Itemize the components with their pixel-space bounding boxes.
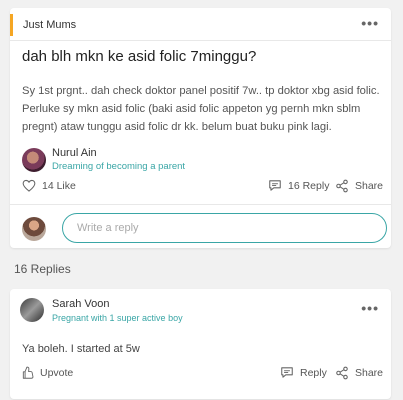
comment-icon bbox=[281, 367, 293, 378]
replies-heading: 16 Replies bbox=[14, 262, 71, 276]
like-button[interactable]: 14 Like bbox=[22, 179, 76, 192]
heart-icon bbox=[22, 179, 36, 192]
author-name[interactable]: Nurul Ain bbox=[52, 147, 97, 159]
avatar[interactable] bbox=[22, 148, 46, 172]
post-body: Sy 1st prgnt.. dah check doktor panel po… bbox=[22, 85, 380, 133]
more-options-icon[interactable]: ••• bbox=[361, 301, 379, 315]
comment-icon bbox=[269, 180, 281, 191]
like-count: 14 Like bbox=[42, 179, 76, 192]
share-icon bbox=[336, 366, 348, 380]
more-options-icon[interactable]: ••• bbox=[361, 16, 379, 30]
share-button[interactable]: Share bbox=[335, 366, 383, 380]
share-icon bbox=[336, 179, 348, 193]
reply-count: 16 Reply bbox=[288, 179, 330, 192]
reply-card: Sarah Voon Pregnant with 1 super active … bbox=[10, 289, 391, 399]
divider bbox=[10, 204, 391, 205]
avatar[interactable] bbox=[20, 298, 44, 322]
current-user-avatar bbox=[22, 217, 46, 241]
share-label: Share bbox=[355, 180, 384, 192]
reply-author-name[interactable]: Sarah Voon bbox=[52, 298, 110, 310]
share-label: Share bbox=[355, 367, 384, 379]
reply-author-status: Pregnant with 1 super active boy bbox=[52, 313, 183, 323]
reply-label: Reply bbox=[300, 366, 327, 379]
post-card: Just Mums ••• dah blh mkn ke asid folic … bbox=[10, 8, 391, 248]
reply-count-button[interactable]: 16 Reply bbox=[268, 179, 329, 192]
reply-body: Ya boleh. I started at 5w bbox=[22, 343, 140, 355]
divider bbox=[10, 40, 391, 41]
group-tag[interactable]: Just Mums bbox=[10, 14, 76, 36]
reply-input[interactable] bbox=[62, 213, 387, 243]
upvote-icon bbox=[22, 366, 34, 379]
share-button[interactable]: Share bbox=[335, 179, 383, 193]
author-status: Dreaming of becoming a parent bbox=[52, 161, 186, 172]
upvote-label: Upvote bbox=[40, 367, 74, 379]
reply-button[interactable]: Reply bbox=[280, 366, 327, 379]
post-title: dah blh mkn ke asid folic 7minggu? bbox=[22, 48, 257, 65]
upvote-button[interactable]: Upvote bbox=[22, 366, 73, 380]
